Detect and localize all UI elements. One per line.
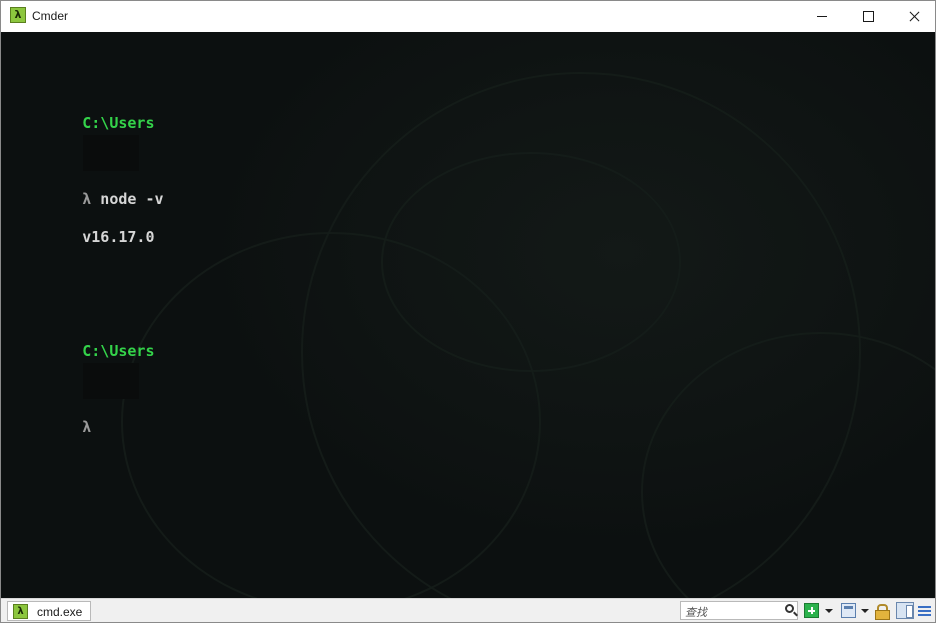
maximize-button[interactable] (845, 1, 891, 32)
panel-icon[interactable] (896, 602, 914, 619)
close-button[interactable] (891, 1, 936, 32)
tab-cmd-exe[interactable]: λ cmd.exe (7, 601, 91, 621)
console-output: C:\Users λ node -v v16.17.0 C:\Users λ (10, 57, 164, 437)
search-input[interactable]: 查找 (680, 601, 798, 620)
lock-icon[interactable] (875, 604, 890, 620)
minimize-button[interactable] (799, 1, 845, 32)
console-line: λ node -v (10, 135, 164, 208)
current-path: C:\Users (82, 342, 155, 360)
cmder-app-icon[interactable]: λ (10, 7, 26, 23)
background-logo-shape (121, 232, 541, 598)
prompt-symbol: λ (82, 190, 92, 208)
console-line: λ (10, 363, 164, 436)
command-text: node -v (91, 190, 164, 208)
current-path: C:\Users (82, 114, 155, 132)
console-line: C:\Users (10, 95, 164, 132)
new-console-plus-icon[interactable] (804, 603, 819, 618)
menu-icon[interactable] (918, 604, 931, 617)
console-line: v16.17.0 (10, 209, 164, 246)
tab-label: cmd.exe (37, 605, 83, 619)
chevron-down-icon[interactable] (861, 609, 869, 613)
title-bar[interactable]: λ Cmder (1, 1, 935, 32)
console-line: C:\Users (10, 323, 164, 360)
redacted-username-block (83, 135, 139, 171)
status-bar: λ cmd.exe 查找 (1, 598, 935, 622)
redacted-username-block (83, 363, 139, 399)
cmder-tab-icon: λ (13, 604, 28, 619)
window-icon[interactable] (841, 603, 856, 618)
console-area[interactable]: C:\Users λ node -v v16.17.0 C:\Users λ (1, 32, 935, 598)
chevron-down-icon[interactable] (825, 609, 833, 613)
window-title: Cmder (32, 9, 69, 23)
search-icon[interactable] (785, 604, 794, 613)
cmder-window: λ Cmder C:\Users λ node -v v16.17.0 C:\U… (0, 0, 936, 623)
command-output: v16.17.0 (82, 228, 155, 246)
prompt-symbol: λ (82, 418, 92, 436)
